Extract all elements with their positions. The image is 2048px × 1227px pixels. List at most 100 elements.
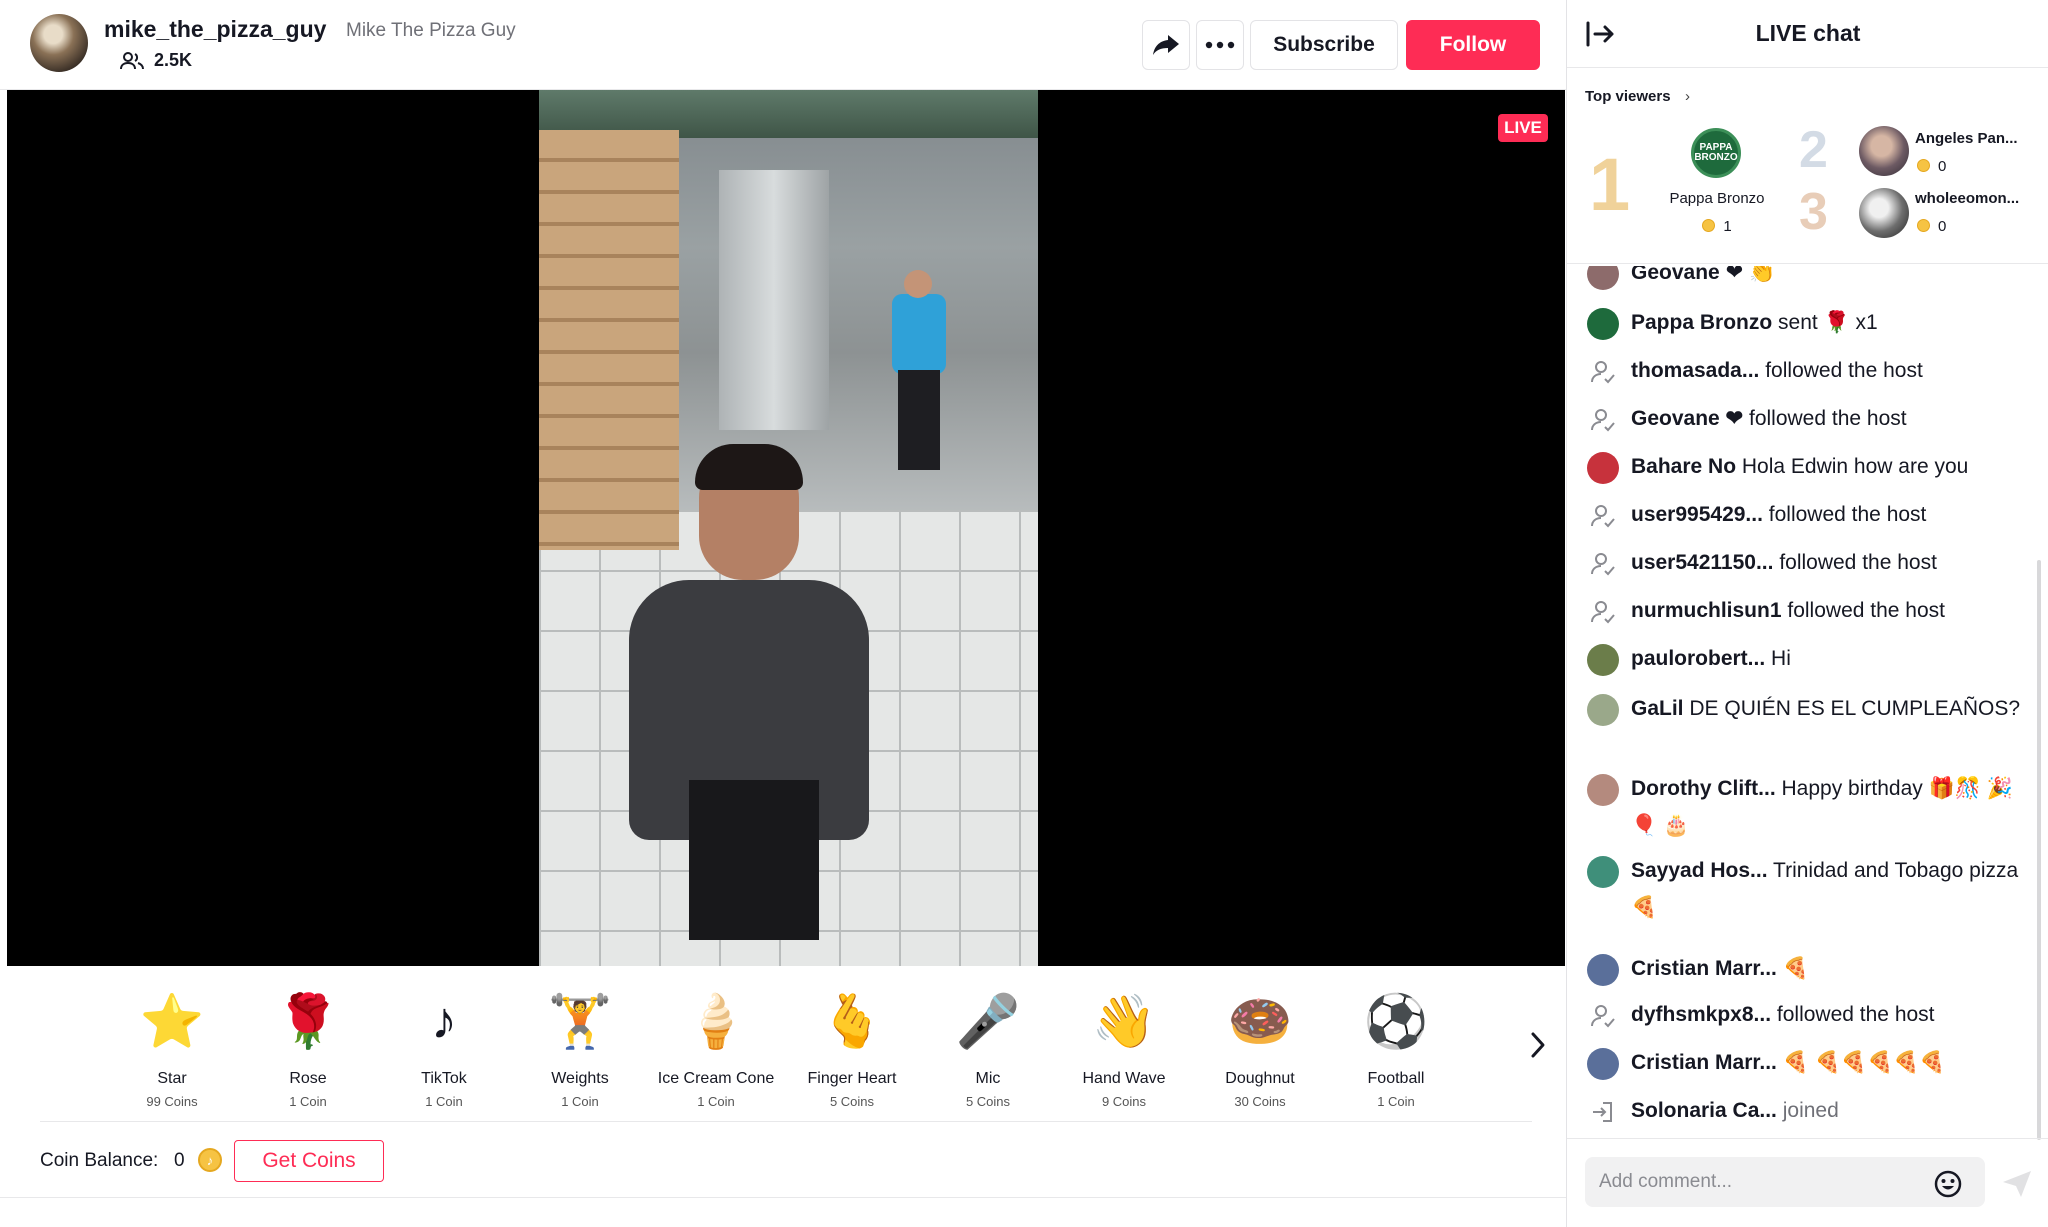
chat-username[interactable]: Dorothy Clift... — [1631, 777, 1776, 800]
follow-icon — [1591, 1005, 1615, 1028]
gift-item[interactable]: ⚽ Football 1 Coin — [1328, 986, 1464, 1126]
share-button[interactable] — [1142, 20, 1190, 70]
chat-message-text: 🍕 🍕🍕🍕🍕🍕 — [1782, 1051, 1946, 1074]
host-avatar[interactable] — [30, 14, 88, 72]
top-viewer-2-avatar[interactable] — [1859, 126, 1909, 176]
chat-username[interactable]: Cristian Marr... — [1631, 1051, 1777, 1074]
chat-message-text: sent 🌹 x1 — [1778, 311, 1878, 334]
chat-message: Solonaria Ca... joined — [1587, 1092, 2027, 1129]
user-avatar[interactable] — [1587, 856, 1619, 888]
rank-2-number: 2 — [1799, 121, 1828, 179]
viewers-icon — [120, 51, 144, 69]
chevron-right-icon[interactable]: › — [1685, 88, 1690, 105]
chat-username[interactable]: GaLil — [1631, 697, 1684, 720]
top-viewer-1-avatar[interactable]: PAPPA BRONZO — [1691, 128, 1741, 178]
chat-username[interactable]: Bahare No — [1631, 455, 1736, 478]
more-options-button[interactable] — [1196, 20, 1244, 70]
follow-button[interactable]: Follow — [1406, 20, 1540, 70]
gift-item[interactable]: 🫰 Finger Heart 5 Coins — [784, 986, 920, 1126]
top-viewer-3-avatar[interactable] — [1859, 188, 1909, 238]
user-avatar[interactable] — [1587, 266, 1619, 290]
gift-name: TikTok — [421, 1070, 467, 1087]
chat-username[interactable]: user995429... — [1631, 503, 1763, 526]
chat-message: Bahare No Hola Edwin how are you — [1587, 448, 2027, 485]
live-video-frame — [539, 90, 1038, 966]
gift-price: 1 Coin — [697, 1094, 735, 1109]
gift-name: Star — [157, 1070, 187, 1087]
chat-message: Geovane ❤ followed the host — [1587, 400, 2027, 437]
top-viewers-link[interactable]: Top viewers — [1585, 88, 1671, 105]
top-viewer-2-name[interactable]: Angeles Pan... — [1915, 130, 2018, 147]
gift-bar: ⭐ Star 99 Coins 🌹 Rose 1 Coin ♪ TikTok 1 Coin 🏋 We… — [0, 966, 1566, 1124]
chat-input-area — [1567, 1138, 2048, 1227]
chat-message: Sayyad Hos... Trinidad and Tobago pizza … — [1587, 852, 2027, 926]
gift-item[interactable]: ⭐ Star 99 Coins — [104, 986, 240, 1126]
chat-message: nurmuchlisun1 followed the host — [1587, 592, 2027, 629]
live-header: mike_the_pizza_guy Mike The Pizza Guy 2.… — [0, 0, 1566, 90]
chat-username[interactable]: Solonaria Ca... — [1631, 1099, 1777, 1122]
live-video-player[interactable]: LIVE — [7, 90, 1565, 966]
user-avatar[interactable] — [1587, 954, 1619, 986]
coin-icon — [1917, 219, 1930, 232]
gift-icon: 🎤 — [955, 992, 1021, 1051]
follow-icon — [1591, 553, 1615, 576]
chat-header: LIVE chat — [1567, 0, 2048, 68]
chat-username[interactable]: dyfhsmkpx8... — [1631, 1003, 1771, 1026]
user-avatar[interactable] — [1587, 644, 1619, 676]
user-avatar[interactable] — [1587, 1048, 1619, 1080]
rank-3-number: 3 — [1799, 183, 1828, 241]
chat-username[interactable]: nurmuchlisun1 — [1631, 599, 1782, 622]
host-username[interactable]: mike_the_pizza_guy — [104, 16, 326, 43]
gift-name: Weights — [551, 1070, 609, 1087]
gift-price: 1 Coin — [1377, 1094, 1415, 1109]
user-avatar[interactable] — [1587, 452, 1619, 484]
chat-username[interactable]: user5421150... — [1631, 551, 1773, 574]
gift-item[interactable]: ♪ TikTok 1 Coin — [376, 986, 512, 1126]
chat-username[interactable]: Pappa Bronzo — [1631, 311, 1772, 334]
chat-username[interactable]: paulorobert... — [1631, 647, 1765, 670]
gift-item[interactable]: 🌹 Rose 1 Coin — [240, 986, 376, 1126]
gift-item[interactable]: 🎤 Mic 5 Coins — [920, 986, 1056, 1126]
coin-icon — [1702, 219, 1716, 232]
chat-scrollbar[interactable] — [2037, 560, 2041, 1140]
gift-price: 9 Coins — [1101, 1094, 1147, 1109]
chat-message-text: ❤ 👏 — [1725, 266, 1776, 284]
join-icon — [1593, 1102, 1612, 1122]
gift-item[interactable]: 🏋 Weights 1 Coin — [512, 986, 648, 1126]
send-icon[interactable] — [2001, 1169, 2033, 1199]
gift-icon: ⚽ — [1363, 992, 1429, 1051]
gift-item[interactable]: 🍦 Ice Cream Cone 1 Coin — [648, 986, 784, 1126]
chat-message: paulorobert... Hi — [1587, 640, 2027, 677]
chat-messages[interactable]: Geovane ❤ 👏 Pappa Bronzo sent 🌹 x1 thomasa… — [1567, 266, 2048, 1138]
chat-username[interactable]: Sayyad Hos... — [1631, 859, 1768, 882]
user-avatar[interactable] — [1587, 694, 1619, 726]
emoji-icon[interactable] — [1933, 1169, 1963, 1199]
subscribe-button[interactable]: Subscribe — [1250, 20, 1398, 70]
chat-username[interactable]: Geovane — [1631, 266, 1720, 284]
top-viewer-1-name[interactable]: Pappa Bronzo — [1627, 190, 1807, 207]
comment-input[interactable] — [1585, 1157, 1985, 1207]
gift-icon: 🌹 — [275, 992, 341, 1051]
gift-item[interactable]: 👋 Hand Wave 9 Coins — [1056, 986, 1192, 1126]
chat-message-text: followed the host — [1779, 551, 1937, 574]
viewer-count: 2.5K — [120, 50, 192, 71]
follow-icon — [1591, 505, 1615, 528]
gift-name: Football — [1367, 1070, 1425, 1087]
chat-message-text: Hi — [1771, 647, 1791, 670]
gift-item[interactable]: 🍩 Doughnut 30 Coins — [1192, 986, 1328, 1126]
chat-username[interactable]: Geovane ❤ — [1631, 407, 1743, 430]
viewer-count-value: 2.5K — [154, 50, 193, 70]
coin-icon: ♪ — [198, 1148, 222, 1172]
chat-username[interactable]: thomasada... — [1631, 359, 1759, 382]
gift-next-arrow-icon[interactable] — [1526, 1030, 1550, 1060]
gift-icon: 🍩 — [1227, 992, 1293, 1051]
rank-1-number: 1 — [1589, 143, 1631, 226]
top-viewer-3-name[interactable]: wholeeomon... — [1915, 190, 2019, 207]
gift-name: Doughnut — [1225, 1070, 1295, 1087]
chat-username[interactable]: Cristian Marr... — [1631, 957, 1777, 980]
get-coins-button[interactable]: Get Coins — [234, 1140, 384, 1182]
user-avatar[interactable] — [1587, 308, 1619, 340]
gift-icon: 👋 — [1091, 992, 1157, 1051]
chat-title: LIVE chat — [1755, 20, 1861, 46]
user-avatar[interactable] — [1587, 774, 1619, 806]
